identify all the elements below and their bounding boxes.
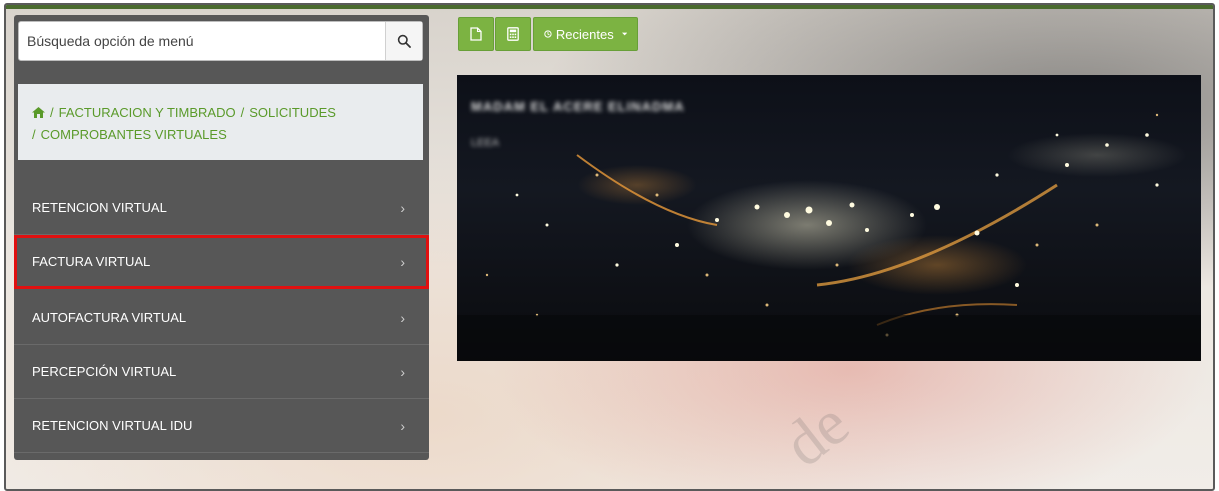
menu-item-retencion-virtual-idu[interactable]: RETENCION VIRTUAL IDU › xyxy=(14,399,429,453)
clock-icon xyxy=(544,30,552,38)
breadcrumb-item-facturacion[interactable]: FACTURACION Y TIMBRADO xyxy=(59,105,236,120)
menu-item-label: FACTURA VIRTUAL xyxy=(32,254,151,269)
chevron-right-icon: › xyxy=(400,253,405,270)
menu-item-percepcion-virtual[interactable]: PERCEPCIÓN VIRTUAL › xyxy=(14,345,429,399)
menu-item-autofactura-virtual[interactable]: AUTOFACTURA VIRTUAL › xyxy=(14,291,429,345)
breadcrumb-item-solicitudes[interactable]: SOLICITUDES xyxy=(249,105,336,120)
left-menu-panel: /FACTURACION Y TIMBRADO/SOLICITUDES /COM… xyxy=(14,15,429,460)
chevron-right-icon: › xyxy=(400,363,405,380)
top-accent-bar xyxy=(6,5,1213,9)
chevron-right-icon: › xyxy=(400,309,405,326)
recientes-label: Recientes xyxy=(555,26,614,42)
menu-item-label: RETENCION VIRTUAL IDU xyxy=(32,418,193,433)
breadcrumb: / FACTURACION Y TIMBRADO / SOLICITUDES / COM… xyxy=(18,84,423,160)
app-frame: /FACTURACION Y TIMBRADO/SOLICITUDES /COM… xyxy=(4,3,1215,491)
menu-item-factura-virtual[interactable]: FACTURA VIRTUAL › xyxy=(14,235,429,289)
search-button[interactable] xyxy=(385,22,422,60)
recientes-dropdown-button[interactable]: Recientes xyxy=(533,17,638,51)
search-box xyxy=(18,21,423,61)
menu-item-label: PERCEPCIÓN VIRTUAL xyxy=(32,364,177,379)
document-icon xyxy=(470,27,482,41)
menu-item-label: AUTOFACTURA VIRTUAL xyxy=(32,310,187,325)
breadcrumb-item-comprobantes[interactable]: COMPROBANTES VIRTUALES xyxy=(41,127,227,142)
calculator-button[interactable] xyxy=(495,17,531,51)
watermark: de xyxy=(770,387,862,481)
chevron-right-icon: › xyxy=(400,199,405,216)
caret-down-icon xyxy=(621,32,627,36)
menu-item-retencion-virtual[interactable]: RETENCION VIRTUAL › xyxy=(14,181,429,235)
calculator-icon xyxy=(507,27,519,41)
city-night-banner: MADAM EL ACERE ELINADMA LEEA xyxy=(457,75,1201,361)
new-document-button[interactable] xyxy=(458,17,494,51)
search-icon xyxy=(397,34,411,48)
chevron-right-icon: › xyxy=(400,417,405,434)
banner-title: MADAM EL ACERE ELINADMA xyxy=(471,99,685,114)
city-night-image xyxy=(457,75,1201,361)
menu-item-label: RETENCION VIRTUAL xyxy=(32,200,167,215)
home-icon[interactable] xyxy=(32,107,45,118)
search-input[interactable] xyxy=(19,23,385,59)
banner-subtitle: LEEA xyxy=(471,137,500,149)
